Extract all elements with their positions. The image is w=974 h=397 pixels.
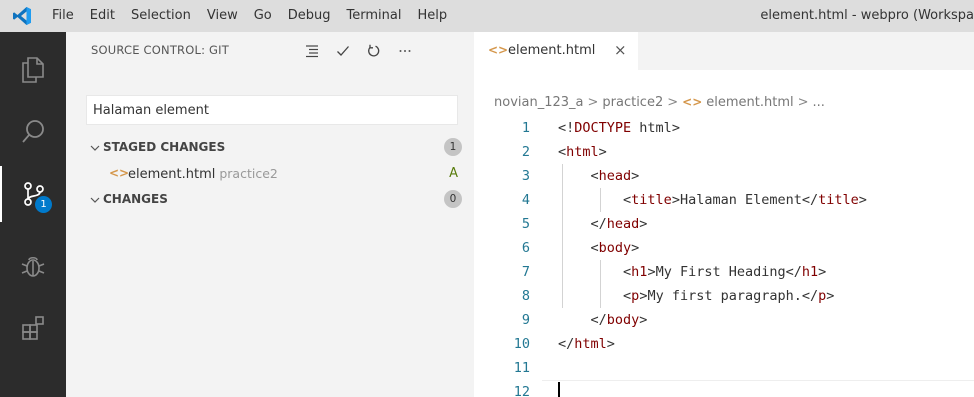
breadcrumb-item-subfolder[interactable]: practice2 (602, 95, 663, 110)
line-number: 10 (513, 336, 530, 352)
title-bar: File Edit Selection View Go Debug Terminal Help… (0, 0, 974, 32)
panel-title: SOURCE CONTROL: GIT (91, 43, 229, 57)
staged-changes-section[interactable]: STAGED CHANGES 1 (66, 136, 474, 160)
tab-element-html[interactable]: <> element.html × (474, 32, 638, 70)
commit-check-icon[interactable] (332, 40, 354, 62)
tab-label: element.html (508, 43, 596, 58)
chevron-right-icon: > (667, 95, 679, 110)
code-text: <html> (558, 144, 607, 160)
line-number: 2 (521, 144, 530, 160)
file-status-added: A (449, 166, 458, 181)
code-line[interactable]: 5 </head> (474, 212, 974, 236)
window-title: element.html - webpro (Workspa (760, 8, 974, 23)
menu-item-go[interactable]: Go (246, 0, 280, 32)
menu-item-file[interactable]: File (44, 0, 82, 32)
breadcrumb-item-file[interactable]: element.html (706, 95, 793, 110)
text-cursor (558, 382, 560, 397)
changes-count-badge: 0 (444, 190, 462, 208)
breadcrumb: novian_123_a > practice2 > <> element.html >..… (494, 95, 825, 110)
code-line[interactable]: 1 <!DOCTYPE html> (474, 116, 974, 140)
staged-count-badge: 1 (444, 138, 462, 156)
changes-label: CHANGES (103, 192, 168, 206)
file-name: element.html (128, 167, 216, 182)
code-line[interactable]: 7 <h1>My First Heading</h1> (474, 260, 974, 284)
code-text: </html> (558, 336, 615, 352)
commit-message-input[interactable] (86, 95, 458, 125)
more-actions-icon[interactable] (394, 40, 416, 62)
html-file-icon: <> (109, 166, 130, 180)
staged-changes-label: STAGED CHANGES (103, 140, 226, 154)
chevron-right-icon: > (587, 95, 599, 110)
source-control-badge: 1 (35, 196, 52, 213)
code-text: <p>My first paragraph.</p> (623, 288, 835, 304)
breadcrumb-item-symbols[interactable]: ... (813, 95, 825, 110)
line-number: 1 (521, 120, 530, 136)
search-icon[interactable] (0, 104, 66, 160)
vscode-logo-icon (0, 0, 44, 32)
menu-item-help[interactable]: Help (409, 0, 455, 32)
code-line[interactable]: 3 <head> (474, 164, 974, 188)
code-line[interactable]: 6 <body> (474, 236, 974, 260)
file-directory: practice2 (219, 166, 278, 181)
menu-bar: File Edit Selection View Go Debug Terminal Help (44, 0, 455, 32)
panel-header: SOURCE CONTROL: GIT (66, 32, 474, 70)
line-number: 9 (521, 312, 530, 328)
html-file-icon: <> (682, 95, 703, 109)
code-text: <!DOCTYPE html> (558, 120, 680, 136)
chevron-down-icon (90, 145, 100, 151)
source-control-panel: SOURCE CONTROL: GIT Halaman element STAG… (66, 32, 474, 397)
menu-item-terminal[interactable]: Terminal (339, 0, 410, 32)
extensions-icon[interactable] (0, 300, 66, 356)
close-icon[interactable]: × (614, 41, 627, 59)
code-line[interactable]: 8 <p>My first paragraph.</p> (474, 284, 974, 308)
menu-item-selection[interactable]: Selection (123, 0, 199, 32)
code-line[interactable]: 4 <title>Halaman Element</title> (474, 188, 974, 212)
activity-bar: 1 (0, 32, 66, 397)
menu-item-view[interactable]: View (199, 0, 246, 32)
breadcrumb-item-folder[interactable]: novian_123_a (494, 95, 583, 110)
menu-item-debug[interactable]: Debug (280, 0, 339, 32)
code-line[interactable]: 12 (474, 380, 974, 397)
source-control-icon[interactable]: 1 (0, 166, 66, 222)
explorer-icon[interactable] (0, 42, 66, 98)
line-number: 3 (521, 168, 530, 184)
code-line[interactable]: 9 </body> (474, 308, 974, 332)
changes-section[interactable]: CHANGES 0 (66, 188, 474, 212)
line-number: 6 (521, 240, 530, 256)
line-number: 7 (521, 264, 530, 280)
html-file-icon: <> (488, 43, 509, 57)
editor-tabs: <> element.html × (474, 32, 974, 70)
line-number: 4 (521, 192, 530, 208)
line-number: 11 (513, 360, 530, 376)
editor-group: <> element.html × novian_123_a > practice2… (474, 32, 974, 397)
chevron-right-icon: > (797, 95, 809, 110)
staged-file-item[interactable]: <> element.html practice2 A (66, 162, 474, 186)
code-line[interactable]: 10 </html> (474, 332, 974, 356)
code-text: <body> (590, 240, 640, 256)
line-number: 5 (521, 216, 530, 232)
refresh-icon[interactable] (363, 40, 385, 62)
code-text: </head> (590, 216, 648, 232)
debug-icon[interactable] (0, 238, 66, 294)
code-line[interactable]: 2 <html> (474, 140, 974, 164)
line-number: 8 (521, 288, 530, 304)
code-text: </body> (590, 312, 648, 328)
code-text: <h1>My First Heading</h1> (623, 264, 827, 280)
menu-item-edit[interactable]: Edit (82, 0, 123, 32)
code-text: <head> (590, 168, 640, 184)
line-number: 12 (513, 384, 530, 397)
view-as-list-icon[interactable] (301, 40, 323, 62)
code-line[interactable]: 11 (474, 356, 974, 380)
chevron-down-icon (90, 197, 100, 203)
code-text: <title>Halaman Element</title> (623, 192, 867, 208)
